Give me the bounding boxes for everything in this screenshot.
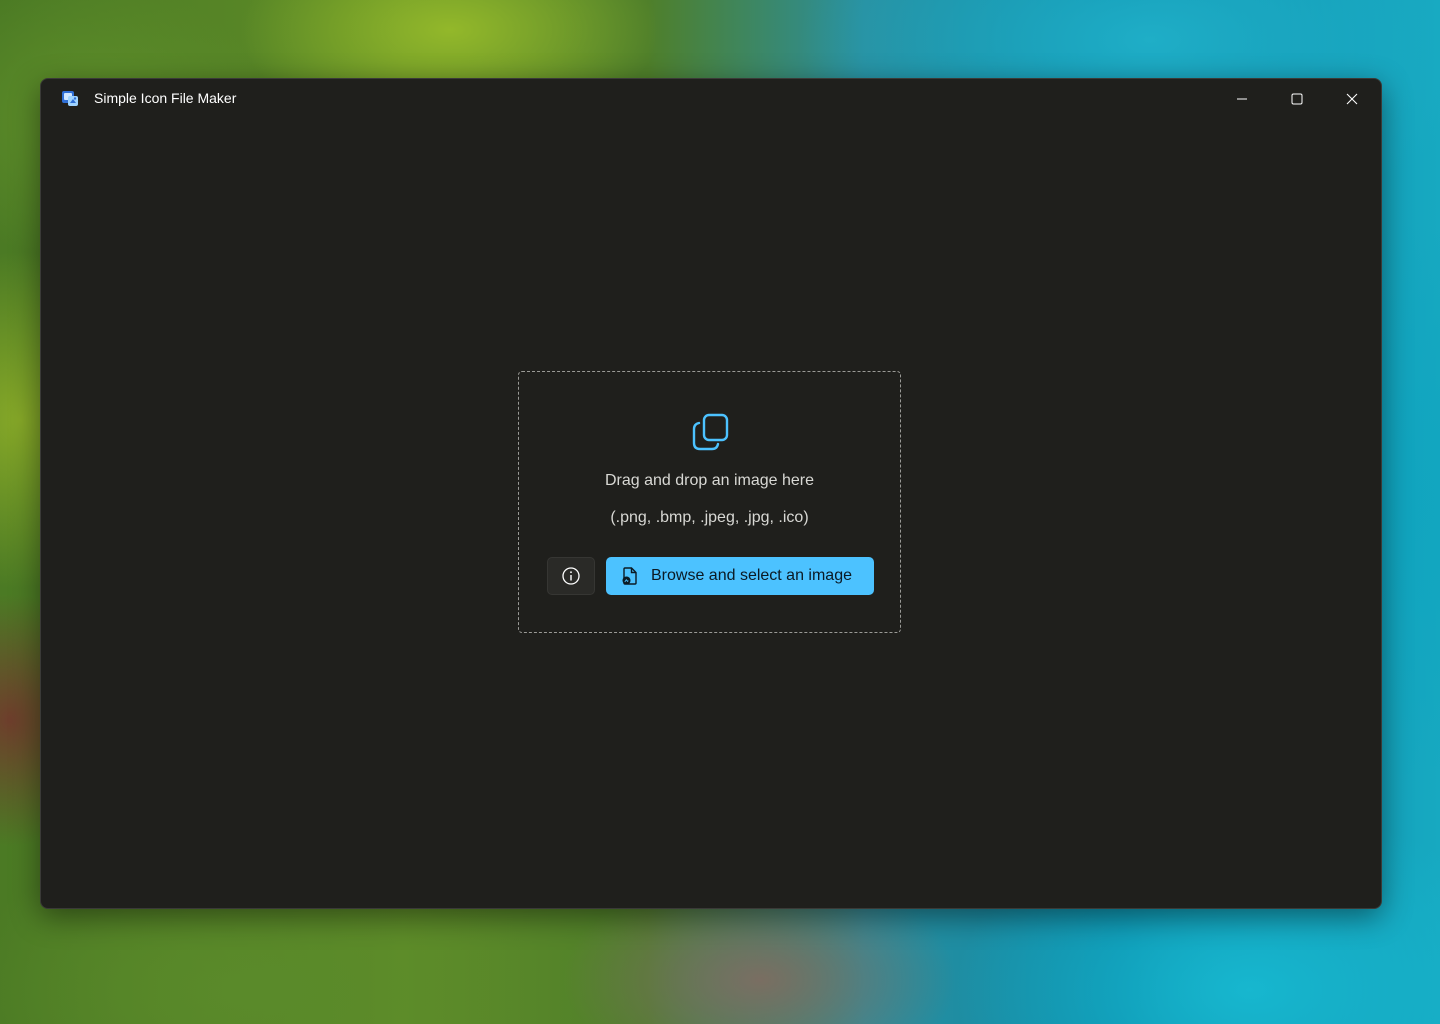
close-button[interactable] <box>1324 79 1379 119</box>
maximize-button[interactable] <box>1269 79 1324 119</box>
info-button[interactable] <box>547 557 595 595</box>
browse-button-label: Browse and select an image <box>651 567 852 584</box>
window-title: Simple Icon File Maker <box>94 90 237 106</box>
minimize-icon <box>1236 98 1247 100</box>
close-icon <box>1346 93 1357 105</box>
image-file-icon <box>622 567 637 585</box>
title-bar[interactable]: Simple Icon File Maker <box>41 79 1381 119</box>
supported-formats: (.png, .bmp, .jpeg, .jpg, .ico) <box>610 509 809 526</box>
app-window: Simple Icon File Maker Drag and drop an … <box>40 78 1382 909</box>
drop-instructions: Drag and drop an image here <box>604 472 815 489</box>
minimize-button[interactable] <box>1214 79 1269 119</box>
image-drop-zone[interactable]: Drag and drop an image here (.png, .bmp,… <box>518 371 901 633</box>
app-icon <box>62 91 78 106</box>
browse-image-button[interactable]: Browse and select an image <box>606 557 874 595</box>
maximize-icon <box>1291 93 1302 105</box>
copy-icon <box>692 413 729 451</box>
info-icon <box>562 567 580 585</box>
